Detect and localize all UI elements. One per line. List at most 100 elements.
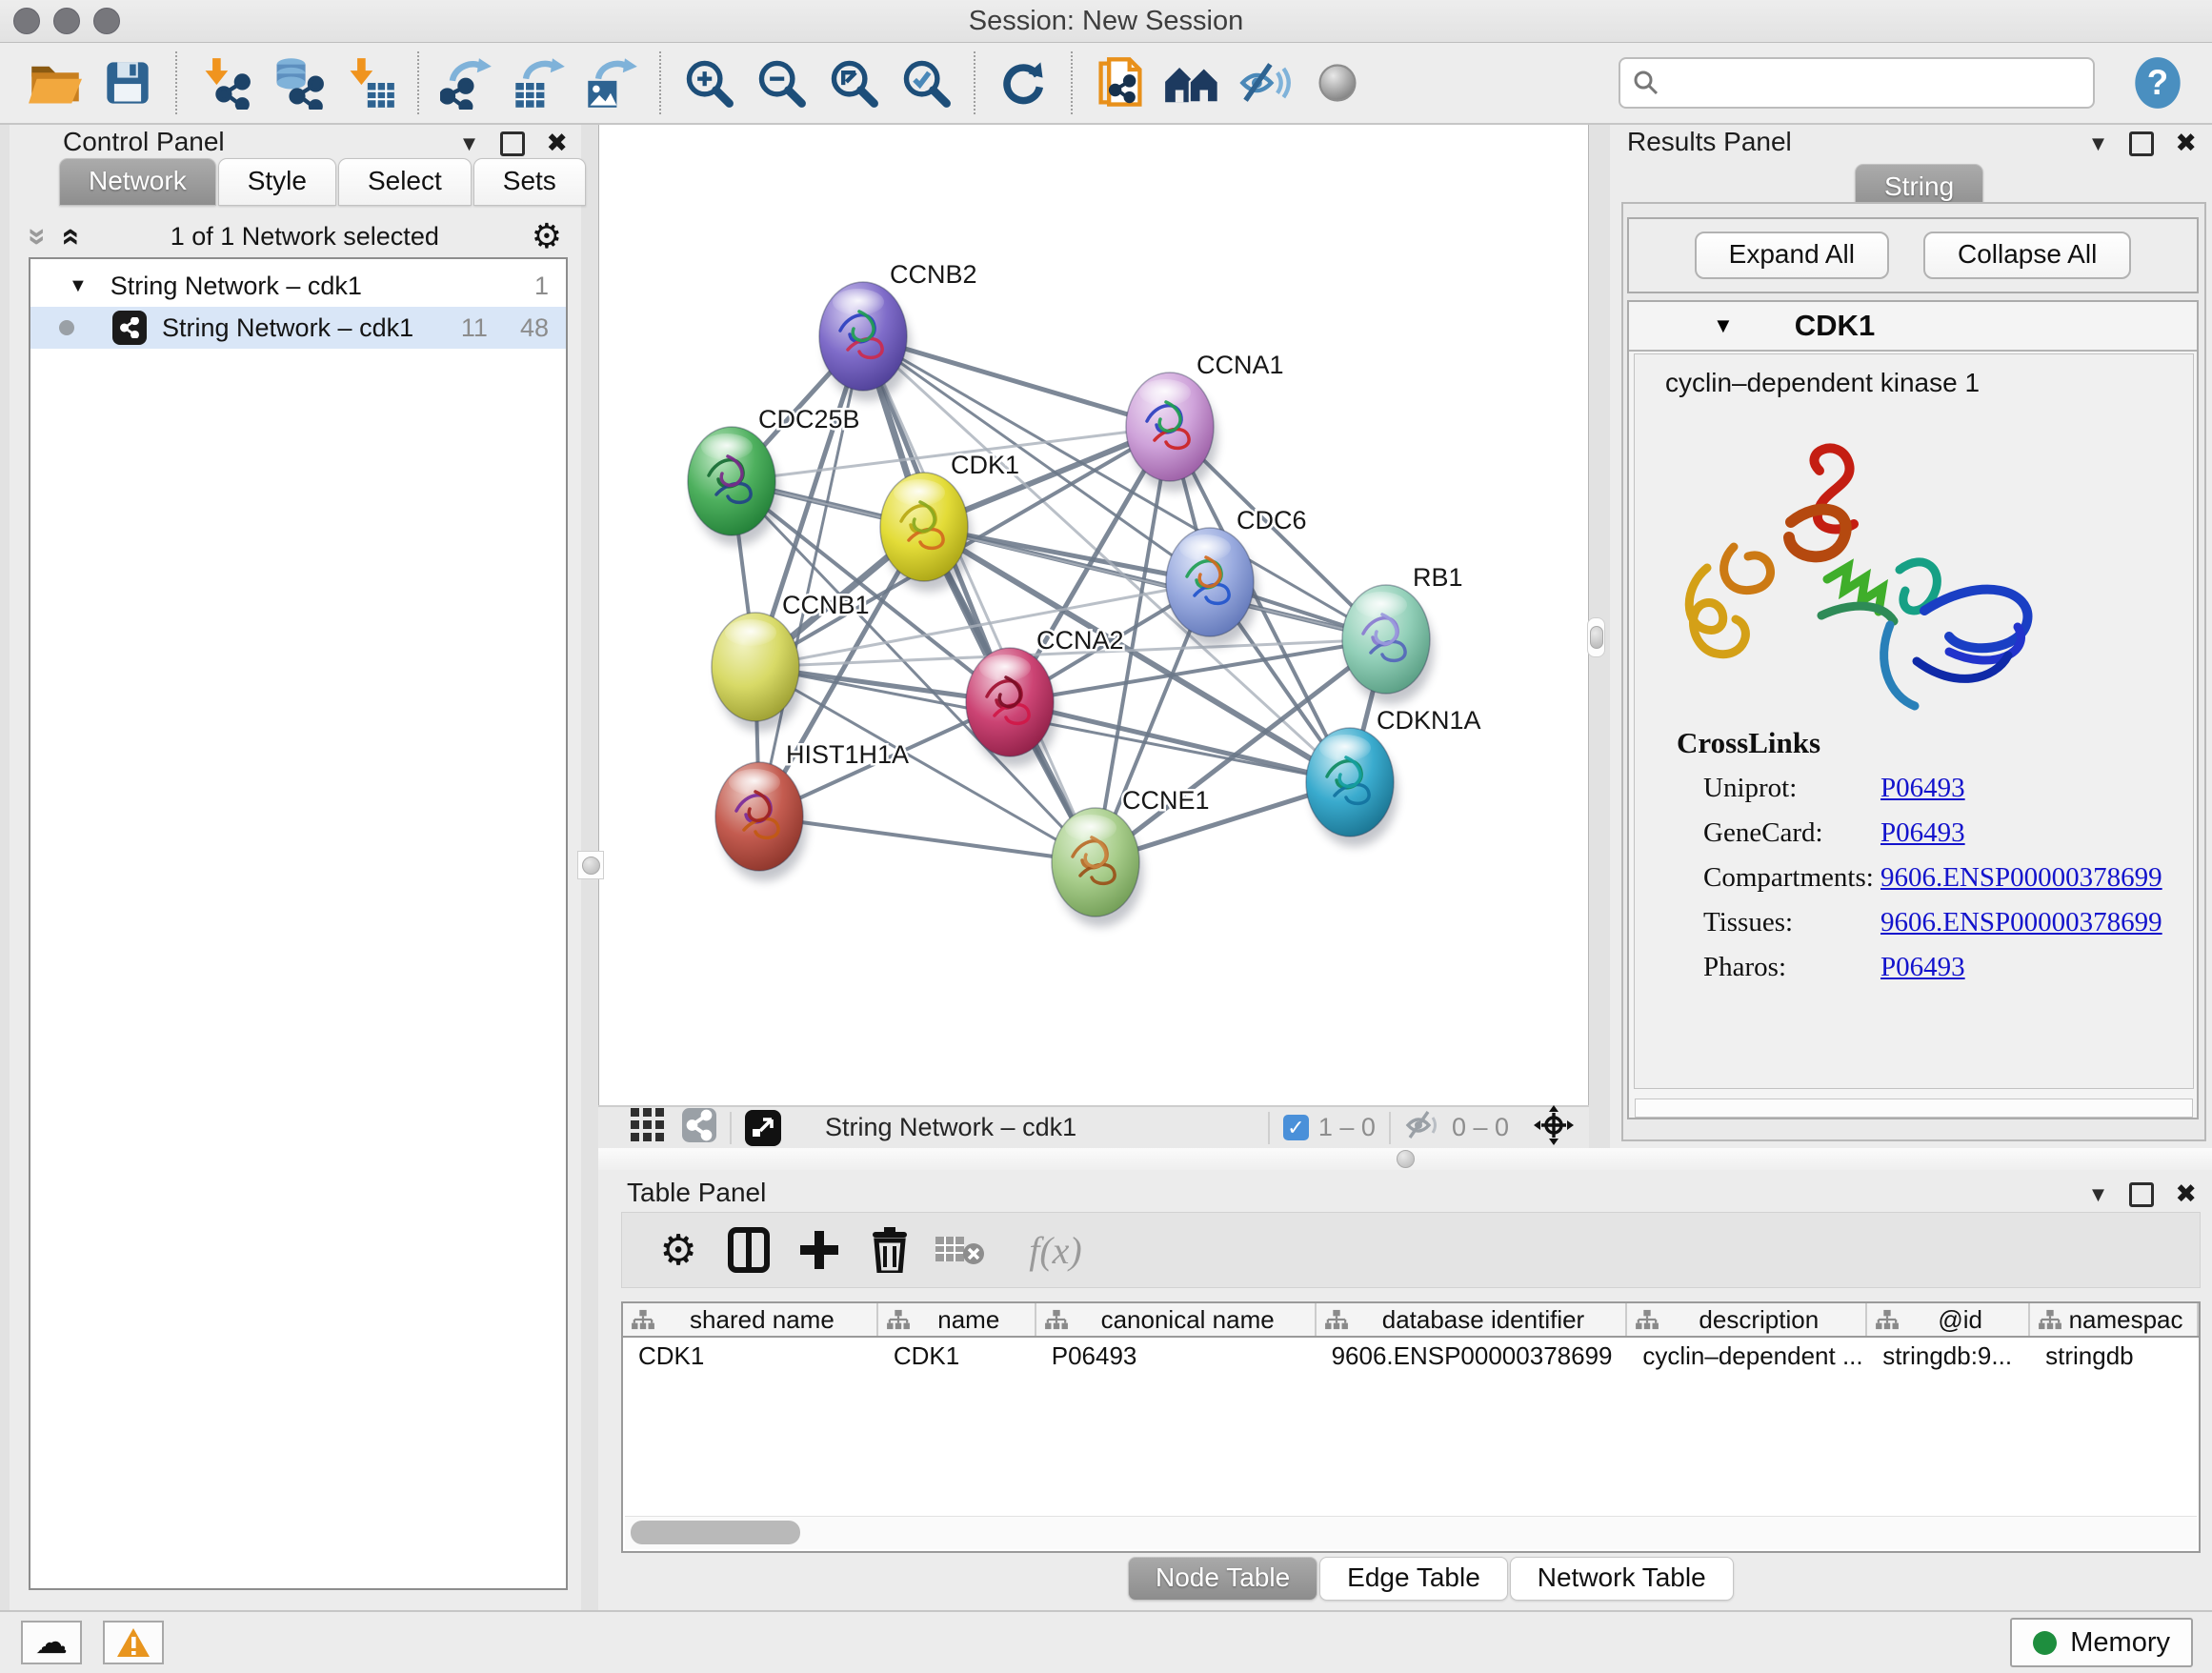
panel-splitter-grip[interactable]	[1587, 617, 1605, 657]
column-header-namespac[interactable]: namespac	[2030, 1303, 2199, 1336]
zoom-selected-button[interactable]	[896, 52, 955, 113]
panel-splitter-grip[interactable]	[577, 851, 604, 879]
table-cell[interactable]: 9606.ENSP00000378699	[1317, 1338, 1628, 1374]
network-node-CCNA1[interactable]: CCNA1	[1126, 351, 1284, 492]
table-cell[interactable]: stringdb	[2030, 1338, 2199, 1374]
gear-icon[interactable]: ⚙	[532, 219, 562, 253]
fit-crosshair-icon[interactable]	[1534, 1105, 1574, 1150]
panel-menu-icon[interactable]: ▼	[2088, 133, 2109, 154]
tab-select[interactable]: Select	[338, 158, 472, 206]
cloud-button[interactable]: ☁	[21, 1621, 82, 1664]
column-header-canonical-name[interactable]: canonical name	[1036, 1303, 1317, 1336]
zoom-out-button[interactable]	[752, 52, 811, 113]
tab-sets[interactable]: Sets	[473, 158, 586, 206]
crosslink-link[interactable]: 9606.ENSP00000378699	[1880, 862, 2162, 894]
collapse-all-button[interactable]: Collapse All	[1923, 232, 2131, 279]
table-cell[interactable]: cyclin–dependent ...	[1627, 1338, 1867, 1374]
network-node-CDKN1A[interactable]: CDKN1A	[1306, 706, 1481, 847]
table-row[interactable]: CDK1CDK1P064939606.ENSP00000378699cyclin…	[623, 1338, 2199, 1374]
search-field[interactable]	[1619, 57, 2095, 109]
close-panel-icon[interactable]: ✖	[546, 131, 568, 156]
horizontal-splitter[interactable]	[598, 1148, 2212, 1171]
network-node-CCNB2[interactable]: CCNB2	[819, 260, 977, 401]
selected-checkbox[interactable]: ✓	[1283, 1115, 1309, 1140]
network-graph[interactable]: CCNB2CCNA1CDC25BCDK1CDC6RB1CCNB1CCNA2CDK…	[599, 125, 1588, 1105]
update-button[interactable]	[994, 52, 1053, 113]
column-header-database-identifier[interactable]: database identifier	[1317, 1303, 1628, 1336]
import-table-file-button[interactable]	[340, 52, 399, 113]
crosslink-link[interactable]: P06493	[1880, 773, 1965, 804]
column-header-shared-name[interactable]: shared name	[623, 1303, 878, 1336]
network-edge[interactable]	[759, 816, 1096, 862]
network-node-HIST1H1A[interactable]: HIST1H1A	[715, 740, 909, 881]
control-panel-tabs: NetworkStyleSelectSets	[59, 158, 588, 206]
delete-icon[interactable]	[862, 1222, 917, 1278]
network-collection-row[interactable]: ▼ String Network – cdk1 1	[30, 265, 566, 307]
crosslink-link[interactable]: 9606.ENSP00000378699	[1880, 907, 2162, 938]
export-network-button[interactable]	[437, 52, 496, 113]
export-table-button[interactable]	[510, 52, 569, 113]
table-cell[interactable]: CDK1	[623, 1338, 878, 1374]
help-button[interactable]: ?	[2128, 52, 2187, 113]
zoom-fit-button[interactable]	[824, 52, 883, 113]
memory-button[interactable]: Memory	[2010, 1618, 2193, 1667]
tab-network[interactable]: Network	[59, 158, 216, 206]
network-canvas[interactable]: CCNB2CCNA1CDC25BCDK1CDC6RB1CCNB1CCNA2CDK…	[598, 125, 1589, 1105]
presentation-button[interactable]	[1308, 52, 1367, 113]
close-panel-icon[interactable]: ✖	[2175, 131, 2197, 156]
float-panel-icon[interactable]	[2129, 1182, 2154, 1207]
results-scrollbar[interactable]	[1635, 1099, 2193, 1118]
add-column-icon[interactable]	[792, 1222, 847, 1278]
import-network-database-button[interactable]	[268, 52, 327, 113]
network-edge[interactable]	[1010, 702, 1350, 782]
column-header-@id[interactable]: @id	[1867, 1303, 2030, 1336]
tab-node-table[interactable]: Node Table	[1128, 1557, 1317, 1601]
export-image-button[interactable]	[582, 52, 641, 113]
grid-view-icon[interactable]	[631, 1108, 665, 1147]
table-cell[interactable]: stringdb:9...	[1867, 1338, 2030, 1374]
column-header-description[interactable]: description	[1627, 1303, 1867, 1336]
table-horizontal-scrollbar[interactable]	[625, 1516, 2197, 1549]
function-icon[interactable]: f(x)	[1003, 1222, 1108, 1278]
birdseye-icon[interactable]	[745, 1110, 781, 1146]
share-view-icon[interactable]	[682, 1108, 716, 1147]
network-row-selected[interactable]: String Network – cdk1 11 48	[30, 307, 566, 349]
node-label-CDK1: CDK1	[951, 451, 1019, 479]
import-network-file-button[interactable]	[195, 52, 254, 113]
expand-all-button[interactable]: Expand All	[1695, 232, 1889, 279]
clear-table-icon[interactable]	[933, 1222, 988, 1278]
table-cell[interactable]: P06493	[1036, 1338, 1317, 1374]
network-edge[interactable]	[863, 336, 1096, 862]
tab-edge-table[interactable]: Edge Table	[1319, 1557, 1508, 1601]
tab-style[interactable]: Style	[218, 158, 336, 206]
save-session-button[interactable]	[98, 52, 157, 113]
search-input[interactable]	[1660, 68, 2081, 99]
zoom-in-button[interactable]	[679, 52, 738, 113]
table-cell[interactable]: CDK1	[878, 1338, 1036, 1374]
column-header-name[interactable]: name	[878, 1303, 1036, 1336]
tab-network-table[interactable]: Network Table	[1510, 1557, 1734, 1601]
home-button[interactable]	[1163, 52, 1222, 113]
panel-menu-icon[interactable]: ▼	[2088, 1184, 2109, 1205]
warnings-button[interactable]	[103, 1621, 164, 1664]
gear-icon[interactable]: ⚙	[651, 1222, 706, 1278]
columns-icon[interactable]	[721, 1222, 776, 1278]
node-table[interactable]: shared namenamecanonical namedatabase id…	[621, 1301, 2201, 1553]
crosslink-link[interactable]: P06493	[1880, 952, 1965, 983]
collapse-triangle-icon[interactable]: ▼	[69, 275, 88, 297]
crosslink-link[interactable]: P06493	[1880, 817, 1965, 849]
network-node-RB1[interactable]: RB1	[1342, 563, 1463, 704]
collapse-entry-icon[interactable]: ▼	[1713, 313, 1734, 338]
float-panel-icon[interactable]	[500, 131, 525, 156]
hide-panels-button[interactable]	[1236, 52, 1295, 113]
scrollbar-thumb[interactable]	[631, 1521, 800, 1544]
close-panel-icon[interactable]: ✖	[2175, 1181, 2197, 1207]
hidden-eye-icon[interactable]	[1404, 1109, 1442, 1146]
open-session-button[interactable]	[26, 52, 85, 113]
network-node-CCNE1[interactable]: CCNE1	[1052, 786, 1210, 927]
network-node-CDC6[interactable]: CDC6	[1166, 506, 1307, 647]
open-in-browser-button[interactable]	[1091, 52, 1150, 113]
panel-menu-icon[interactable]: ▼	[459, 133, 480, 154]
float-panel-icon[interactable]	[2129, 131, 2154, 156]
expand-all-icon[interactable]: »	[50, 228, 88, 246]
